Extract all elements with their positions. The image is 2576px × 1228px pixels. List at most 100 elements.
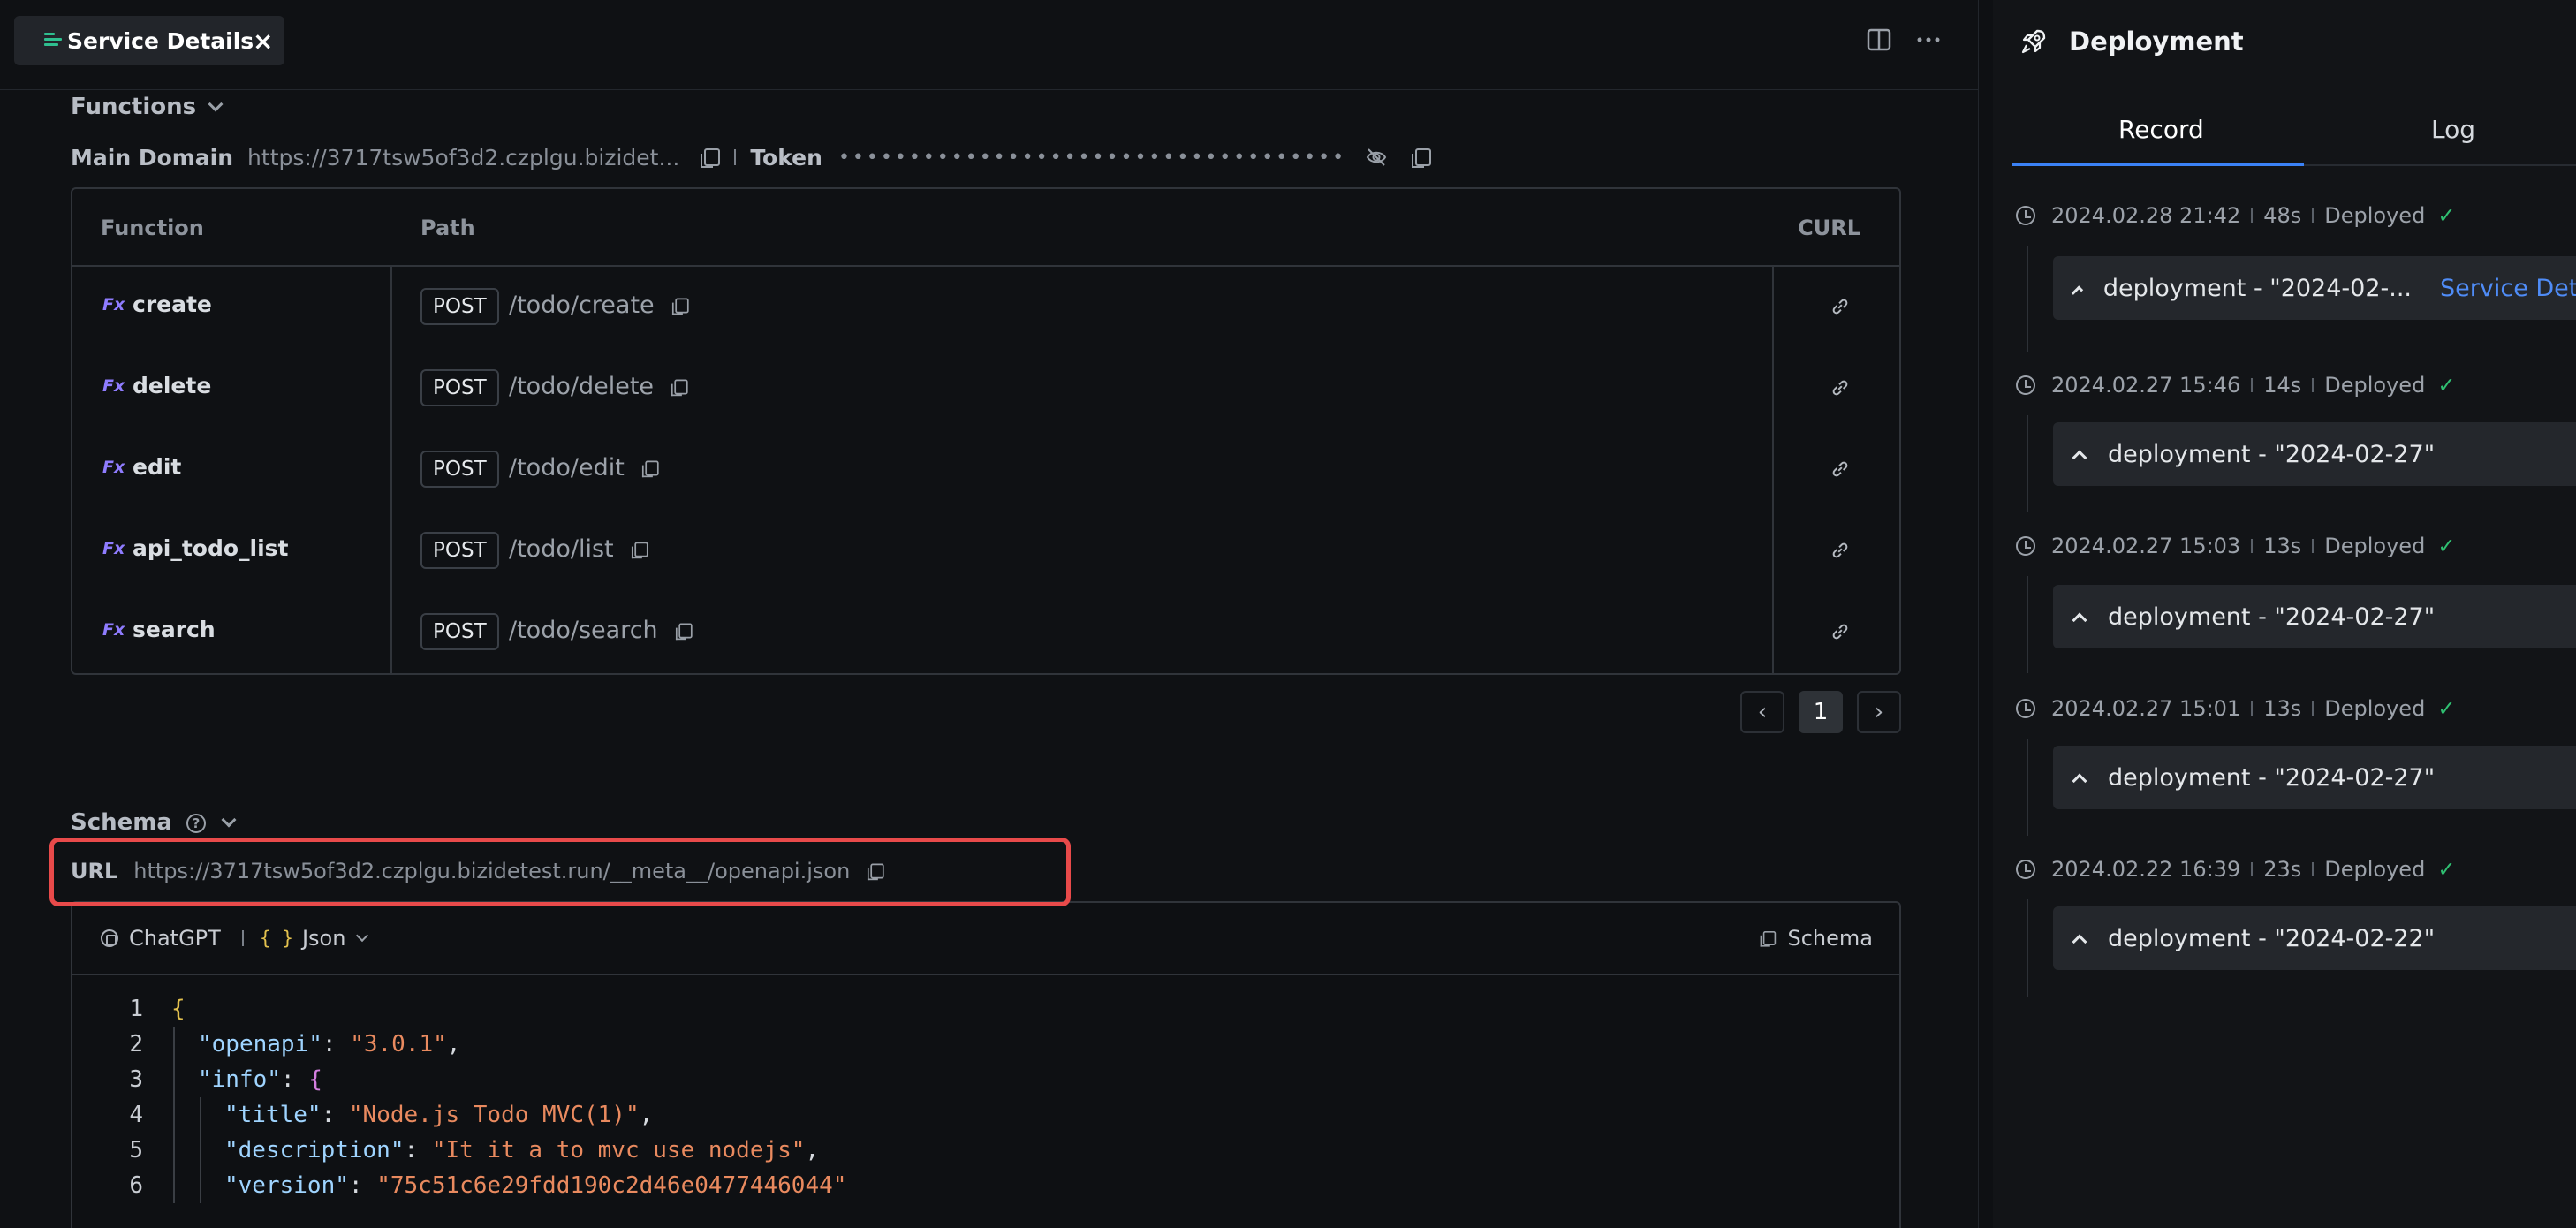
active-tab-indicator (2012, 163, 2304, 166)
eye-off-icon[interactable] (1366, 147, 1387, 168)
record-status: Deployed (2324, 203, 2426, 228)
copy-path-icon[interactable] (675, 623, 693, 640)
record-status: Deployed (2324, 373, 2426, 398)
function-name: edit (133, 454, 182, 480)
chevron-down-icon (208, 96, 224, 112)
divider (2312, 539, 2315, 553)
chatgpt-label: ChatGPT (129, 926, 221, 951)
help-icon[interactable]: ? (186, 813, 206, 833)
timeline-line (2027, 899, 2028, 997)
deployment-card-label: deployment - "2024-02-... (2102, 274, 2413, 302)
table-row[interactable]: Fx edit POST /todo/edit (72, 429, 1899, 511)
service-details-link[interactable]: Service Details (2440, 275, 2576, 302)
link-icon[interactable] (1830, 297, 1850, 316)
close-icon[interactable]: × (253, 27, 273, 56)
record-duration: 23s (2263, 857, 2302, 882)
document-icon (44, 33, 62, 49)
chevron-up-icon (2072, 934, 2087, 950)
col-path: Path (420, 216, 475, 240)
fx-icon: Fx (102, 620, 125, 640)
copy-domain-icon[interactable] (701, 148, 721, 168)
divider (2251, 701, 2254, 716)
more-icon[interactable] (1915, 27, 1942, 53)
function-name: create (133, 292, 212, 317)
path-text: /todo/edit (509, 454, 625, 481)
chevron-up-icon (2072, 450, 2087, 466)
tab-log[interactable]: Log (2431, 115, 2475, 144)
record-status: Deployed (2324, 696, 2426, 721)
table-row[interactable]: Fx create POST /todo/create (72, 267, 1899, 348)
code-line: "info": { (198, 1066, 322, 1093)
chatgpt-button[interactable]: ChatGPT (101, 926, 244, 951)
path-text: /todo/delete (509, 373, 655, 400)
chevron-up-icon (2071, 285, 2084, 298)
deployment-title: Deployment (2069, 27, 2244, 57)
copy-path-icon[interactable] (641, 460, 659, 477)
function-name: api_todo_list (133, 535, 289, 561)
record-header: 2024.02.27 15:01 13s Deployed ✓ (2016, 696, 2455, 721)
record-time: 2024.02.27 15:01 (2051, 696, 2241, 721)
record-time: 2024.02.28 21:42 (2051, 203, 2241, 228)
copy-schema-icon (1760, 931, 1776, 947)
deployment-card[interactable]: deployment - "2024-02-... Service Detail… (2053, 256, 2576, 320)
link-icon[interactable] (1830, 459, 1850, 479)
braces-icon: { } (260, 928, 293, 949)
record-duration: 14s (2263, 373, 2302, 398)
col-function: Function (101, 216, 204, 240)
copy-path-icon[interactable] (671, 298, 689, 315)
clock-icon (2016, 860, 2035, 879)
schema-code-viewer: ChatGPT { } Json Schema 1 2 3 4 5 6 { "o (71, 901, 1901, 1228)
deployment-card[interactable]: deployment - "2024-02-27" (2053, 422, 2576, 486)
link-icon[interactable] (1830, 378, 1850, 398)
copy-path-icon[interactable] (631, 542, 648, 558)
table-row[interactable]: Fx api_todo_list POST /todo/list (72, 511, 1899, 592)
pagination-prev-button[interactable]: ‹ (1740, 691, 1784, 733)
check-icon: ✓ (2437, 857, 2456, 882)
chatgpt-icon (101, 929, 118, 947)
schema-copy-button[interactable]: Schema (1760, 926, 1874, 951)
line-number: 5 (129, 1137, 143, 1164)
divider (734, 149, 737, 165)
split-view-icon[interactable] (1866, 27, 1892, 53)
deployment-card[interactable]: deployment - "2024-02-22" (2053, 906, 2576, 970)
check-icon: ✓ (2437, 203, 2456, 228)
schema-button-label: Schema (1787, 926, 1874, 951)
function-name: delete (133, 373, 212, 398)
method-badge: POST (420, 451, 499, 488)
link-icon[interactable] (1830, 541, 1850, 560)
format-select[interactable]: { } Json (260, 926, 369, 951)
domain-row: Main Domain https://3717tsw5of3d2.czplgu… (71, 141, 1432, 173)
indent-guide (173, 1027, 175, 1203)
copy-token-icon[interactable] (1412, 148, 1432, 168)
schema-title: Schema (71, 809, 172, 836)
record-status: Deployed (2324, 857, 2426, 882)
functions-section-toggle[interactable]: Functions (71, 94, 224, 120)
tab-record[interactable]: Record (2118, 115, 2204, 144)
function-path: /todo/list (509, 535, 649, 563)
timeline-line (2027, 246, 2028, 352)
function-path: /todo/delete (509, 373, 689, 400)
line-number: 2 (129, 1031, 143, 1057)
schema-section-toggle[interactable]: Schema? (71, 809, 237, 836)
pagination-page-button[interactable]: 1 (1799, 691, 1843, 733)
deployment-card[interactable]: deployment - "2024-02-27" (2053, 585, 2576, 648)
tab-bar: Service Details × (0, 0, 1979, 90)
copy-path-icon[interactable] (671, 379, 688, 396)
record-duration: 48s (2263, 203, 2302, 228)
deployment-card[interactable]: deployment - "2024-02-27" (2053, 746, 2576, 809)
table-row[interactable]: Fx delete POST /todo/delete (72, 348, 1899, 429)
clock-icon (2016, 536, 2035, 556)
function-path: /todo/search (509, 617, 693, 644)
chevron-up-icon (2072, 773, 2087, 789)
tab-service-details[interactable]: Service Details × (14, 16, 284, 65)
token-label: Token (750, 144, 822, 171)
fx-icon: Fx (102, 376, 125, 396)
chevron-up-icon (2072, 612, 2087, 628)
table-row[interactable]: Fx search POST /todo/search (72, 592, 1899, 673)
divider (2312, 208, 2315, 223)
pagination-next-button[interactable]: › (1857, 691, 1901, 733)
chevron-down-icon (221, 812, 237, 828)
deployment-card-label: deployment - "2024-02-27" (2108, 440, 2436, 468)
link-icon[interactable] (1830, 622, 1850, 641)
record-header: 2024.02.22 16:39 23s Deployed ✓ (2016, 857, 2455, 882)
